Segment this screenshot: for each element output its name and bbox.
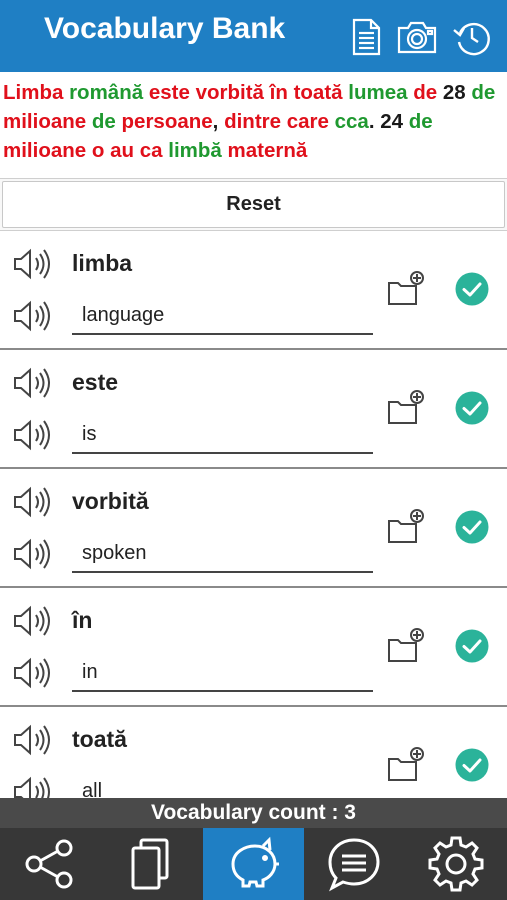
folder-add-icon[interactable] [386, 388, 426, 426]
folder-add-icon[interactable] [386, 626, 426, 664]
page-title: Vocabulary Bank [44, 12, 286, 45]
speaker-icon[interactable] [12, 366, 52, 400]
speaker-icon[interactable] [12, 604, 52, 638]
check-circle-icon[interactable] [455, 629, 489, 663]
tab-cards[interactable] [101, 828, 202, 900]
folder-add-icon[interactable] [386, 507, 426, 545]
tab-settings[interactable] [406, 828, 507, 900]
tab-vocabulary-bank[interactable] [203, 828, 304, 900]
sentence-word[interactable]: o [92, 139, 105, 162]
sentence-word[interactable]: ca [140, 139, 163, 162]
sentence-word: . 24 [368, 110, 409, 133]
speaker-icon[interactable] [12, 656, 52, 690]
tab-share[interactable] [0, 828, 101, 900]
speaker-icon[interactable] [12, 775, 52, 798]
speaker-icon[interactable] [12, 299, 52, 333]
vocabulary-list[interactable]: limba este vorbită în toată [0, 231, 507, 798]
translation-input[interactable] [72, 535, 373, 573]
vocab-word: limba [72, 250, 133, 276]
sentence-word[interactable]: de [413, 81, 437, 104]
sentence-word[interactable]: de [471, 81, 495, 104]
vocabulary-count: Vocabulary count : 3 [0, 798, 507, 828]
check-circle-icon[interactable] [455, 272, 489, 306]
translation-input[interactable] [72, 416, 373, 454]
sentence-word[interactable]: în [270, 81, 288, 104]
document-icon[interactable] [345, 16, 387, 58]
folder-add-icon[interactable] [386, 745, 426, 783]
sentence-word[interactable]: vorbită [196, 81, 264, 104]
sentence-word[interactable]: este [149, 81, 190, 104]
speaker-icon[interactable] [12, 485, 52, 519]
translation-input[interactable] [72, 773, 373, 798]
vocab-row: vorbită [0, 469, 507, 588]
vocab-row: limba [0, 231, 507, 350]
speaker-icon[interactable] [12, 418, 52, 452]
check-circle-icon[interactable] [455, 510, 489, 544]
translation-input[interactable] [72, 654, 373, 692]
reset-button[interactable]: Reset [2, 181, 505, 228]
sentence-word[interactable]: de [92, 110, 116, 133]
sentence-word[interactable]: care [287, 110, 329, 133]
sentence-word[interactable]: toată [294, 81, 343, 104]
sentence-word[interactable]: lumea [348, 81, 407, 104]
vocab-row: toată [0, 707, 507, 798]
sentence-word[interactable]: milioane [3, 110, 86, 133]
folder-add-icon[interactable] [386, 269, 426, 307]
cards-icon [131, 838, 169, 890]
sentence-text: Limba română este vorbită în toată lumea… [0, 72, 507, 178]
piggy-bank-icon [231, 836, 279, 888]
speaker-icon[interactable] [12, 537, 52, 571]
sentence-word: 28 [442, 81, 466, 104]
translation-input[interactable] [72, 297, 373, 335]
vocab-row: în [0, 588, 507, 707]
sentence-word[interactable]: cca [335, 110, 369, 133]
sentence-word[interactable]: limbă [168, 139, 222, 162]
app-header: Vocabulary Bank [0, 0, 507, 72]
vocab-word: în [72, 607, 93, 633]
vocab-word: vorbită [72, 488, 149, 514]
sentence-word: , [212, 110, 225, 133]
sentence-word[interactable]: dintre [224, 110, 281, 133]
check-circle-icon[interactable] [455, 748, 489, 782]
settings-icon [428, 836, 484, 892]
camera-icon[interactable] [396, 16, 438, 58]
vocab-row: este [0, 350, 507, 469]
vocab-word: toată [72, 726, 127, 752]
tab-chat[interactable] [304, 828, 405, 900]
sentence-word[interactable]: de [409, 110, 433, 133]
sentence-word[interactable]: au [110, 139, 134, 162]
sentence-word[interactable]: persoane [122, 110, 213, 133]
bottom-tab-bar [0, 828, 507, 900]
sentence-word[interactable]: maternă [228, 139, 308, 162]
reset-bar: Reset [0, 178, 507, 231]
sentence-word[interactable]: Limba [3, 81, 63, 104]
speaker-icon[interactable] [12, 247, 52, 281]
chat-icon [328, 838, 380, 892]
sentence-word[interactable]: română [69, 81, 143, 104]
history-icon[interactable] [451, 16, 493, 58]
vocab-word: este [72, 369, 119, 395]
speaker-icon[interactable] [12, 723, 52, 757]
check-circle-icon[interactable] [455, 391, 489, 425]
share-icon [25, 839, 73, 889]
sentence-word[interactable]: milioane [3, 139, 86, 162]
